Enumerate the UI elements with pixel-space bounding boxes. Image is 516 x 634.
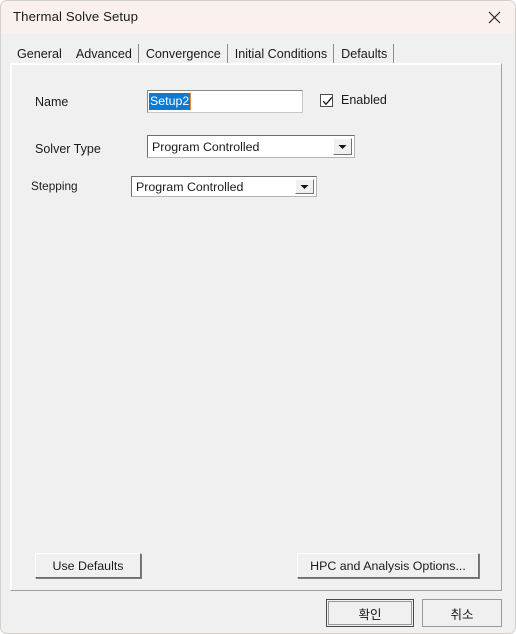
ok-button[interactable]: 확인 bbox=[326, 599, 414, 627]
tab-panel-general: Name Setup2 Enabled Solver Type Program … bbox=[10, 63, 502, 591]
tab-convergence[interactable]: Convergence bbox=[139, 43, 228, 64]
tab-divider bbox=[393, 44, 395, 63]
chevron-down-icon[interactable] bbox=[333, 138, 352, 155]
tab-defaults[interactable]: Defaults bbox=[334, 43, 395, 64]
tab-initial-conditions[interactable]: Initial Conditions bbox=[228, 43, 335, 64]
solver-type-dropdown[interactable]: Program Controlled bbox=[147, 135, 355, 158]
stepping-dropdown[interactable]: Program Controlled bbox=[131, 176, 317, 197]
tab-label: Defaults bbox=[341, 46, 388, 61]
stepping-label: Stepping bbox=[31, 179, 78, 193]
thermal-solve-setup-dialog: Thermal Solve Setup General Advanced Con… bbox=[0, 0, 516, 634]
enabled-checkbox-row[interactable]: Enabled bbox=[320, 93, 387, 107]
window-title: Thermal Solve Setup bbox=[13, 9, 139, 24]
name-input[interactable]: Setup2 bbox=[147, 90, 303, 113]
tab-label: Convergence bbox=[145, 46, 221, 61]
name-input-value: Setup2 bbox=[149, 93, 191, 110]
chevron-down-icon[interactable] bbox=[295, 179, 314, 194]
hpc-and-analysis-options-button[interactable]: HPC and Analysis Options... bbox=[297, 553, 479, 578]
stepping-value: Program Controlled bbox=[136, 179, 244, 194]
enabled-label: Enabled bbox=[341, 93, 387, 107]
close-button[interactable] bbox=[471, 1, 515, 33]
title-bar: Thermal Solve Setup bbox=[1, 1, 515, 33]
solver-type-label: Solver Type bbox=[35, 142, 101, 156]
tab-advanced[interactable]: Advanced bbox=[69, 43, 139, 64]
tab-label: Initial Conditions bbox=[234, 46, 328, 61]
tab-label: Advanced bbox=[75, 46, 132, 61]
text-caret bbox=[190, 93, 191, 110]
enabled-checkbox[interactable] bbox=[320, 93, 333, 107]
cancel-button[interactable]: 취소 bbox=[422, 599, 502, 627]
name-label: Name bbox=[35, 95, 69, 109]
use-defaults-button[interactable]: Use Defaults bbox=[35, 553, 141, 578]
tab-general[interactable]: General bbox=[10, 43, 69, 65]
solver-type-value: Program Controlled bbox=[152, 139, 260, 154]
tab-strip: General Advanced Convergence Initial Con… bbox=[10, 42, 395, 65]
tab-label: General bbox=[17, 46, 62, 61]
close-icon bbox=[488, 11, 501, 24]
